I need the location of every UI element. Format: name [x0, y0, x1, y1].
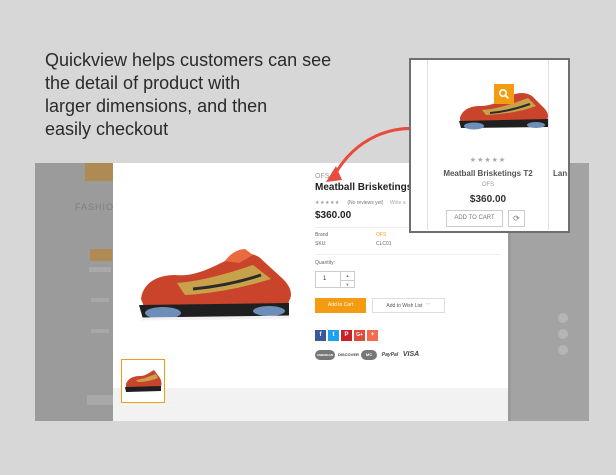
quickview-search-icon[interactable]	[494, 84, 514, 104]
search-icon	[498, 88, 510, 100]
card-add-to-cart-button[interactable]: ADD TO CART	[446, 210, 503, 227]
card-brand: OFS	[481, 182, 495, 188]
product-card-zoom: ★★★★★ Meatball Brisketings T2 OFS $360.0…	[409, 58, 570, 233]
card-product-title[interactable]: Meatball Brisketings T2	[428, 169, 548, 178]
product-card[interactable]: ★★★★★ Meatball Brisketings T2 OFS $360.0…	[427, 60, 549, 230]
card-price: $360.00	[469, 194, 507, 205]
next-product-title[interactable]: Lan	[553, 169, 567, 178]
card-rating-stars-icon: ★★★★★	[469, 157, 507, 164]
compare-icon[interactable]: ⟳	[508, 210, 525, 227]
